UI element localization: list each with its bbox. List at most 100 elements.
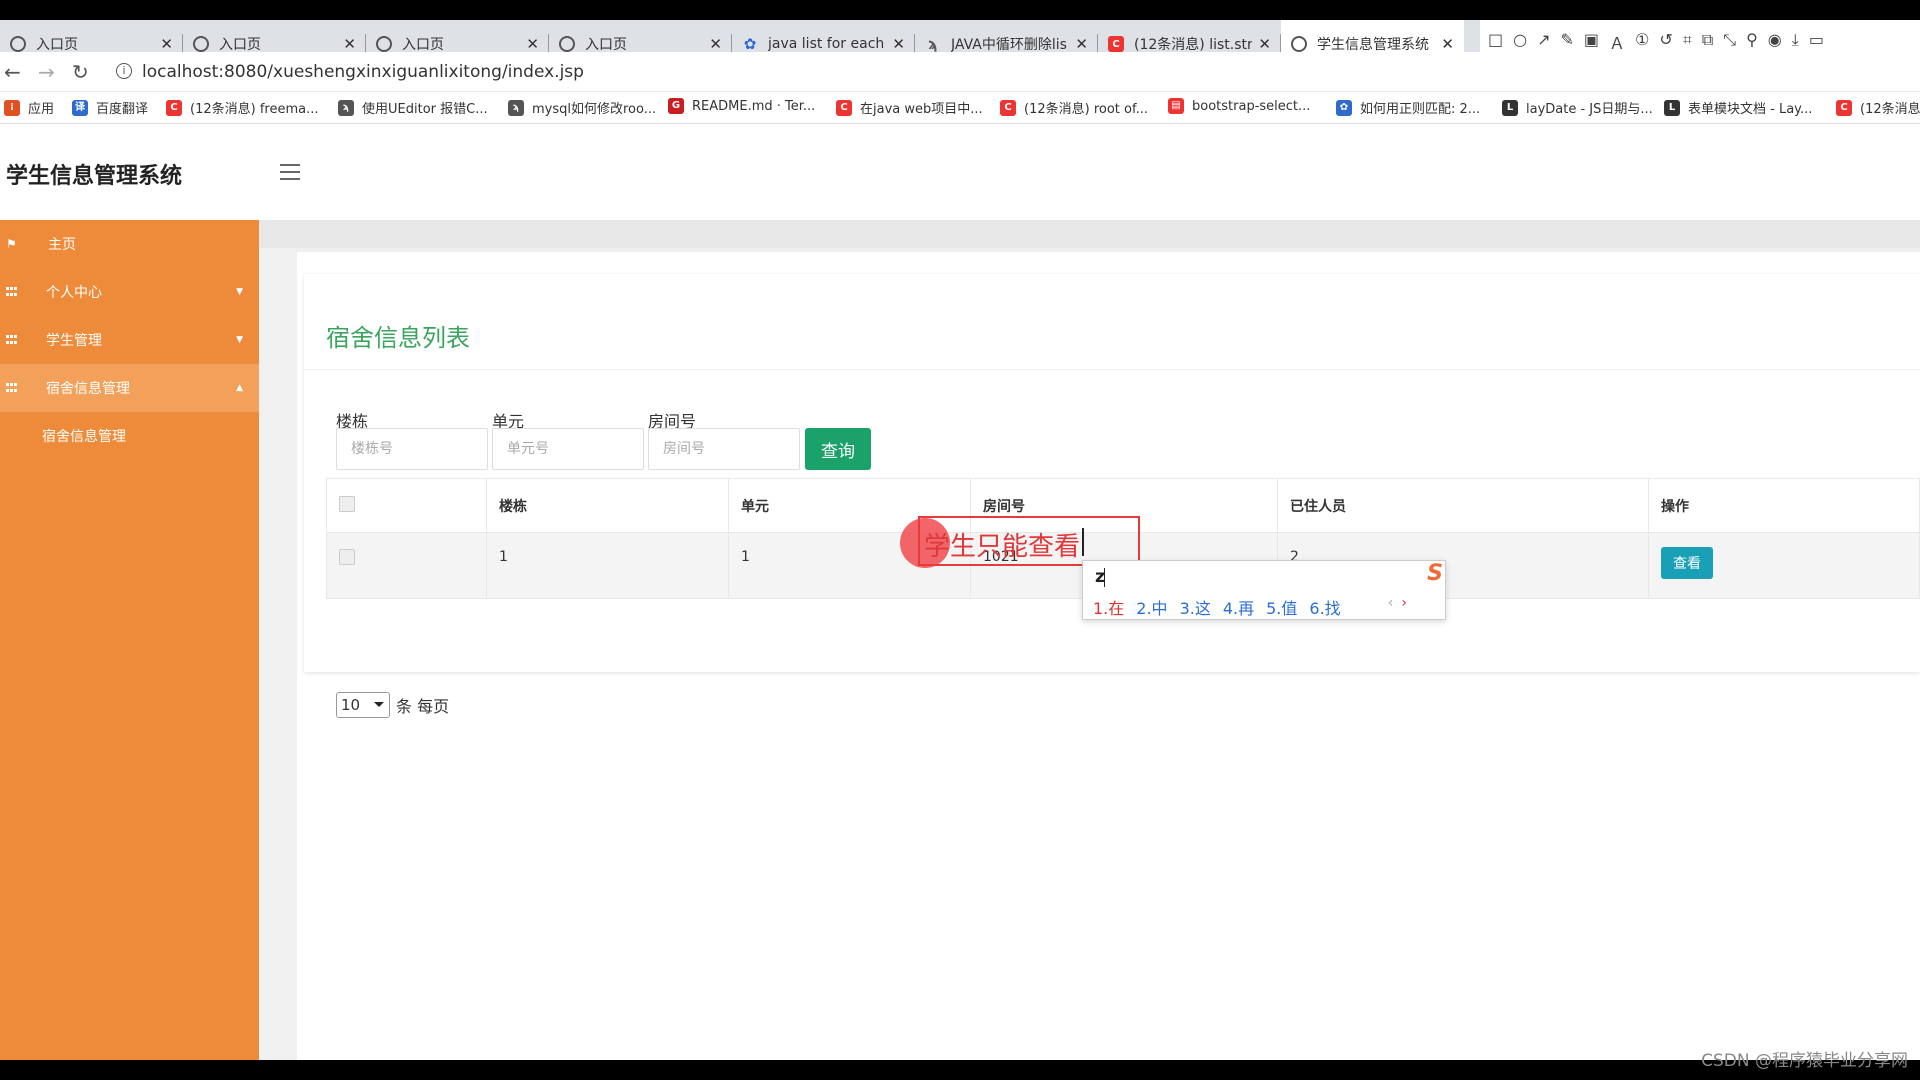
bookmark-item[interactable]: ▤ bootstrap-select...: [1168, 98, 1310, 114]
mosaic-tool-icon[interactable]: ▣: [1584, 30, 1599, 54]
grid-icon: [6, 382, 19, 394]
ime-candidate[interactable]: 5.值: [1266, 595, 1297, 619]
bookmark-label: 应用: [28, 102, 55, 117]
close-tab-icon[interactable]: ✕: [1258, 35, 1271, 53]
bookmark-label: 百度翻译: [96, 102, 149, 117]
ellipse-tool-icon[interactable]: ○: [1513, 30, 1527, 54]
apps-grid-icon: ⁞: [4, 99, 20, 116]
bookmark-item[interactable]: ϡ mysql如何修改roo...: [508, 98, 656, 117]
sogou-logo-icon: S: [1427, 561, 1443, 586]
pager: 10 条 每页: [336, 692, 449, 718]
ime-candidate[interactable]: 4.再: [1223, 595, 1254, 619]
bookmark-item[interactable]: ⁞ 应用: [4, 98, 54, 117]
ime-candidate[interactable]: 2.中: [1136, 595, 1167, 619]
text-caret: [1082, 528, 1084, 556]
bookmark-label: 在java web项目中...: [860, 102, 983, 117]
bookmark-label: mysql如何修改roo...: [532, 102, 657, 117]
window-icon[interactable]: ▭: [1809, 30, 1824, 54]
bookmark-label: 如何用正则匹配: 2...: [1360, 102, 1481, 117]
bookmark-item[interactable]: C 在java web项目中...: [836, 98, 983, 117]
ime-candidate[interactable]: 6.找: [1309, 595, 1340, 619]
hamburger-menu-icon[interactable]: [280, 164, 300, 185]
bookmarks-bar: ⁞ 应用 译百度翻译 C (12条消息) freema... ϡ 使用UEditor 报错C…: [0, 92, 1920, 124]
select-all-header: [326, 478, 487, 533]
column-header: 操作: [1648, 478, 1920, 533]
rectangle-tool-icon[interactable]: □: [1488, 30, 1503, 54]
download-icon[interactable]: ⤓: [1792, 30, 1799, 54]
translate-icon: 译: [72, 99, 88, 116]
arrow-tool-icon[interactable]: ↗: [1537, 30, 1550, 54]
bookmark-label: 表单模块文档 - Lay...: [1688, 102, 1813, 117]
close-tab-icon[interactable]: ✕: [526, 35, 539, 53]
undo-icon[interactable]: ↺: [1659, 30, 1672, 54]
flag-icon: ⚑: [6, 237, 17, 251]
sidebar-item-home[interactable]: ⚑ 主页: [0, 220, 259, 268]
csdn-icon: C: [836, 99, 852, 116]
sidebar-subitem-dorm-info[interactable]: 宿舍信息管理: [42, 426, 126, 446]
panel-title: 宿舍信息列表: [326, 324, 470, 352]
building-cell: 1: [486, 532, 729, 599]
bookmark-item[interactable]: LlayDate - JS日期与...: [1502, 98, 1653, 117]
ime-candidate[interactable]: 1.在: [1093, 595, 1124, 619]
chevron-left-icon[interactable]: ‹: [1388, 595, 1402, 611]
query-button[interactable]: 查询: [805, 428, 871, 470]
sidebar: ⚑ 主页 个人中心 ▼ 学生管理 ▼ 宿舍信息管理 ▲ 宿舍信息管理: [0, 220, 259, 1060]
chevron-right-icon[interactable]: ›: [1401, 595, 1415, 611]
close-tab-icon[interactable]: ✕: [1441, 35, 1454, 53]
record-icon[interactable]: ◉: [1768, 30, 1782, 54]
ime-page-arrows[interactable]: ‹›: [1388, 595, 1415, 611]
bookmark-item[interactable]: L 表单模块文档 - Lay...: [1664, 98, 1812, 117]
close-tab-icon[interactable]: ✕: [892, 35, 905, 53]
column-header: 已住人员: [1277, 478, 1649, 533]
pen-tool-icon[interactable]: ✎: [1561, 30, 1574, 54]
page-size-select[interactable]: 10: [336, 692, 390, 718]
resize-icon[interactable]: ⤡: [1723, 30, 1736, 54]
site-info-icon[interactable]: i: [116, 63, 132, 79]
ime-cursor: [1104, 568, 1105, 587]
grid-icon: [6, 334, 19, 346]
bookmark-item[interactable]: 译百度翻译: [72, 98, 148, 117]
bookmark-item[interactable]: ✿ 如何用正则匹配: 2...: [1336, 98, 1480, 117]
pin-icon[interactable]: ⚲: [1746, 30, 1758, 54]
row-checkbox[interactable]: [339, 549, 355, 565]
close-tab-icon[interactable]: ✕: [709, 35, 722, 53]
bookmark-item[interactable]: ϡ 使用UEditor 报错C...: [338, 98, 488, 117]
action-cell: 查看: [1648, 532, 1920, 599]
grid-icon: [6, 286, 19, 298]
bookmark-item[interactable]: G README.md · Ter...: [668, 98, 815, 114]
caret-up-icon: ▲: [236, 383, 243, 393]
globe-icon: [559, 36, 575, 52]
sidebar-item-dorm-management[interactable]: 宿舍信息管理 ▲: [0, 364, 259, 412]
sidebar-item-personal-center[interactable]: 个人中心 ▼: [0, 268, 259, 316]
unit-input[interactable]: [492, 428, 644, 470]
close-tab-icon[interactable]: ✕: [160, 35, 173, 53]
building-input[interactable]: [336, 428, 488, 470]
url-text[interactable]: localhost:8080/xueshengxinxiguanlixitong…: [142, 62, 584, 82]
translate-tool-icon[interactable]: ⧉: [1702, 30, 1713, 54]
back-arrow-icon[interactable]: ←: [4, 60, 21, 84]
close-tab-icon[interactable]: ✕: [343, 35, 356, 53]
crop-icon[interactable]: ⌗: [1683, 30, 1692, 54]
globe-icon: [376, 36, 392, 52]
csdn-icon: C: [166, 99, 182, 116]
forward-arrow-icon[interactable]: →: [38, 60, 55, 84]
ime-candidates: 1.在 2.中 3.这 4.再 5.值 6.找: [1093, 595, 1341, 619]
content-tab-strip: [259, 220, 1920, 248]
text-tool-icon[interactable]: Ａ: [1609, 30, 1625, 54]
bookmark-item[interactable]: C (12条消息) root of...: [1000, 98, 1148, 117]
number-tool-icon[interactable]: ①: [1635, 30, 1649, 54]
room-input[interactable]: [648, 428, 800, 470]
sidebar-item-student-management[interactable]: 学生管理 ▼: [0, 316, 259, 364]
globe-icon: [10, 36, 26, 52]
select-all-checkbox[interactable]: [339, 495, 355, 512]
view-button[interactable]: 查看: [1661, 547, 1713, 579]
gitee-icon: G: [668, 98, 684, 114]
watermark: CSDN @程序猿毕业分享网: [1701, 1051, 1908, 1071]
ime-candidate[interactable]: 3.这: [1180, 595, 1211, 619]
reload-icon[interactable]: ↻: [72, 60, 89, 84]
app-title: 学生信息管理系统: [6, 164, 183, 189]
bookmark-item[interactable]: C (12条消息) freema...: [166, 98, 318, 117]
bookmark-item[interactable]: C (12条消息: [1836, 98, 1920, 117]
bookmark-label: (12条消息: [1860, 102, 1920, 117]
close-tab-icon[interactable]: ✕: [1075, 35, 1088, 53]
